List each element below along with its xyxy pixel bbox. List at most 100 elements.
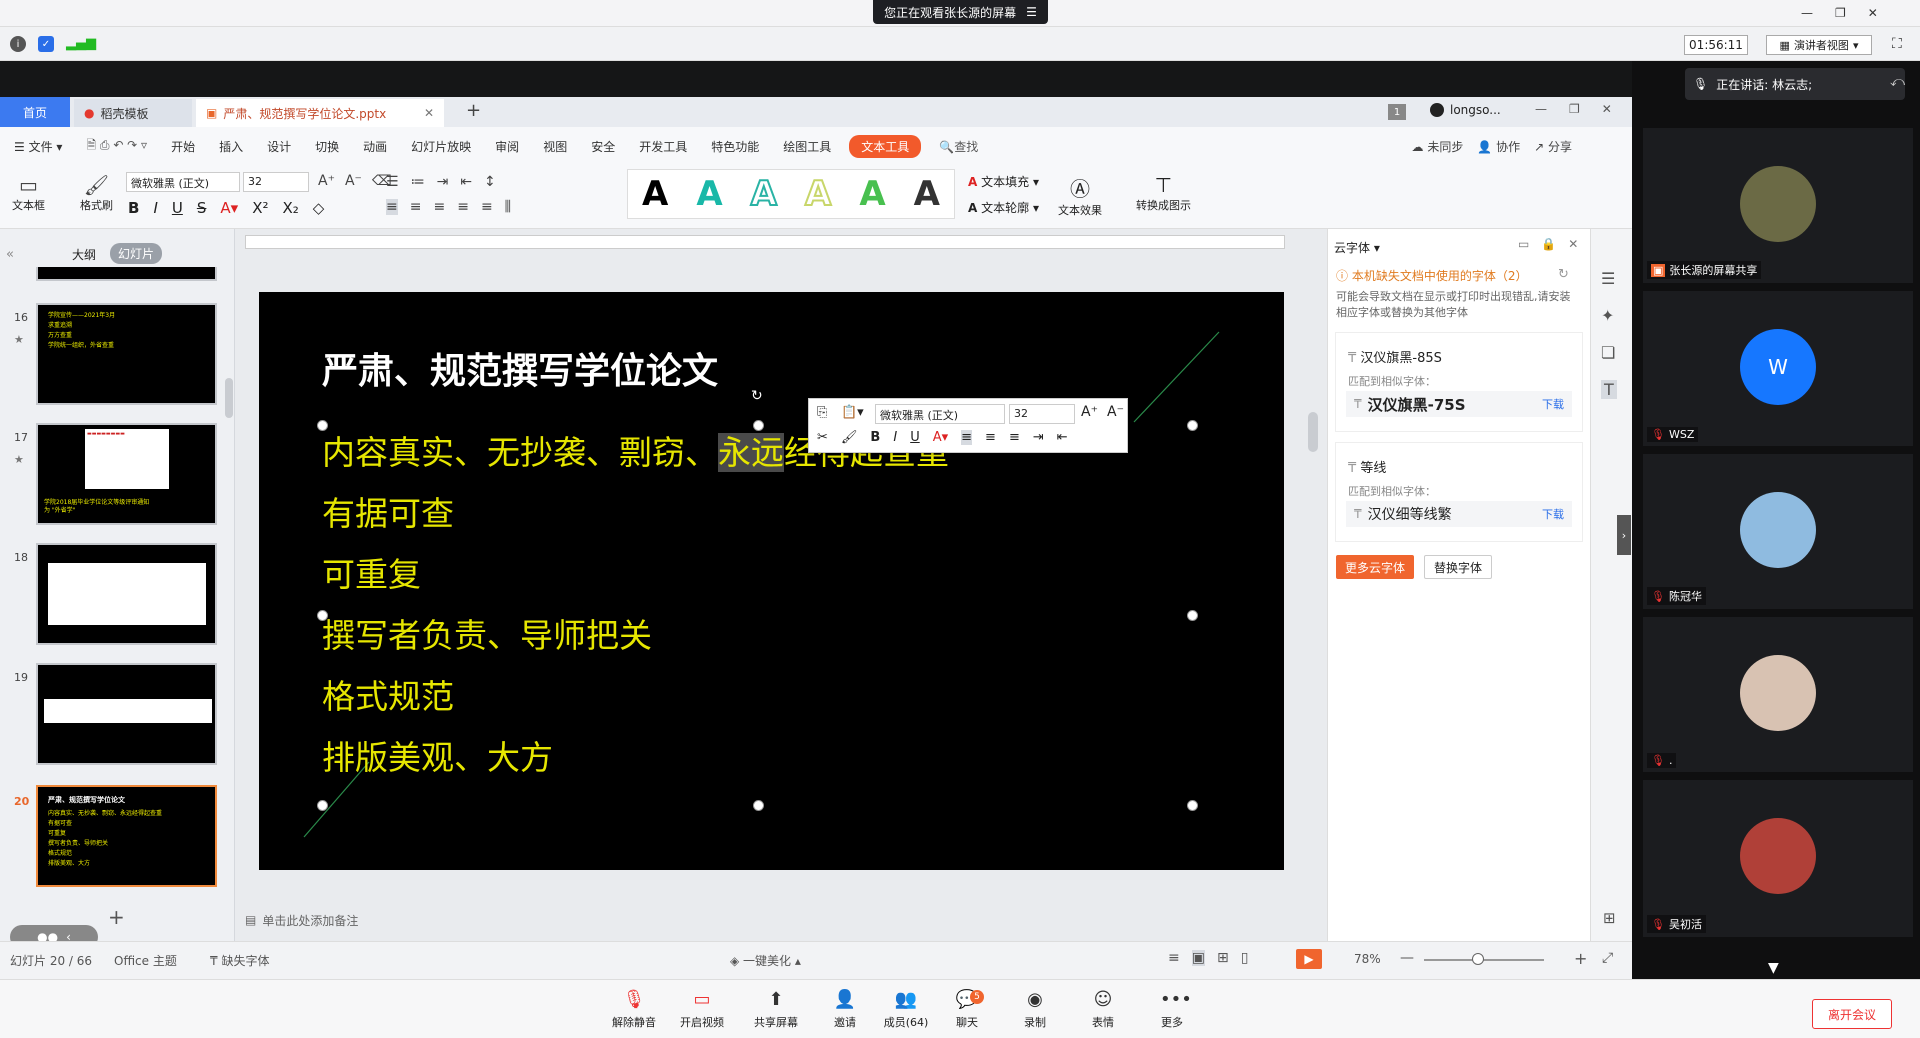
pin-icon[interactable]: ✦ [1601, 306, 1617, 325]
resize-handle[interactable] [753, 420, 764, 431]
minimize-icon[interactable]: — [1535, 102, 1547, 116]
zoom-out-icon[interactable]: — [1400, 950, 1414, 966]
underline-icon[interactable]: U [910, 430, 920, 445]
add-tab-icon[interactable]: + [466, 100, 481, 121]
menu-item[interactable]: 幻灯片放映 [399, 138, 483, 155]
close-icon[interactable]: ✕ [424, 106, 434, 120]
unmute-button[interactable]: 🎙 解除静音 [604, 989, 664, 1030]
font-grow-shrink[interactable]: A⁺ A⁻ ⌫ [318, 173, 392, 189]
refresh-icon[interactable]: ↻ [1558, 267, 1569, 282]
font-color-icon[interactable]: A▾ [220, 199, 238, 217]
collab-button[interactable]: 👤 协作 [1477, 138, 1520, 155]
scroll-down-icon[interactable]: ▼ [1768, 960, 1779, 976]
font-size-select[interactable]: 32 [243, 172, 309, 192]
rotate-handle-icon[interactable]: ↻ [751, 388, 763, 404]
notes-view-icon[interactable]: ≡ [1168, 950, 1180, 966]
superscript-icon[interactable]: X² [252, 199, 268, 217]
collapse-icon[interactable]: « [6, 247, 14, 262]
line-spacing-icon[interactable]: ↕ [484, 174, 496, 190]
justify-icon[interactable]: ≡ [457, 199, 469, 215]
pin-icon[interactable]: ⤺ [1890, 74, 1905, 90]
menu-item[interactable]: 切换 [303, 138, 351, 155]
resize-handle[interactable] [1187, 610, 1198, 621]
quick-access-icons[interactable]: 🗎 ⎙ ↶ ↷ ▿ [74, 136, 159, 157]
grid-icon[interactable]: ⊞ [1603, 909, 1616, 927]
zoom-in-icon[interactable]: + [1574, 949, 1587, 968]
bold-icon[interactable]: B [870, 430, 880, 445]
normal-view-icon[interactable]: ▣ [1191, 950, 1205, 966]
reading-view-icon[interactable]: ▯ [1241, 950, 1249, 966]
close-icon[interactable]: ✕ [1868, 6, 1878, 20]
close-icon[interactable]: ✕ [1568, 237, 1578, 251]
shrink-font-icon[interactable]: A⁻ [345, 173, 362, 189]
slide-thumb-active[interactable]: 严肃、规范撰写学位论文 内容真实、无抄袭、剽窃、永远经得起查重 有据可查 可重复… [36, 785, 217, 887]
leave-meeting-button[interactable]: 离开会议 [1812, 999, 1892, 1029]
menu-icon[interactable]: ☰ [1026, 5, 1037, 19]
indent-icon[interactable]: ⇥ [1033, 430, 1044, 445]
text-outline-button[interactable]: A 文本轮廓 ▾ [968, 199, 1039, 216]
bullets-icon[interactable]: ☰ [386, 174, 399, 190]
download-link[interactable]: 下载 [1542, 506, 1564, 522]
tab-template[interactable]: ● 稻壳模板 [74, 99, 192, 127]
align-center-icon[interactable]: ≡ [410, 199, 422, 215]
horizontal-ruler[interactable] [245, 235, 1285, 249]
convert-diagram-button[interactable]: ⊤ 转换成图示 [1136, 173, 1191, 213]
download-link[interactable]: 下载 [1542, 396, 1564, 412]
eraser-icon[interactable]: ◇ [313, 199, 325, 217]
wordart-style[interactable]: A [804, 173, 832, 215]
slide-canvas[interactable]: 严肃、规范撰写学位论文 内容真实、无抄袭、剽窃、永远经得起查重 有据可查 可重复… [259, 292, 1284, 870]
resize-handle[interactable] [1187, 420, 1198, 431]
numbering-icon[interactable]: ≔ [411, 174, 425, 190]
scrollbar-thumb[interactable] [1308, 412, 1318, 452]
underline-icon[interactable]: U [172, 199, 183, 217]
user-account[interactable]: longso... [1430, 103, 1501, 117]
mini-font-select[interactable]: 微软雅黑 (正文) [875, 404, 1005, 424]
mini-size-select[interactable]: 32 [1009, 404, 1075, 424]
slide-title[interactable]: 严肃、规范撰写学位论文 [322, 342, 718, 394]
invite-button[interactable]: 👤 邀请 [815, 989, 875, 1030]
sorter-view-icon[interactable]: ⊞ [1217, 950, 1229, 966]
menu-item[interactable]: 插入 [207, 138, 255, 155]
beautify-button[interactable]: ◈ 一键美化 ▴ [730, 952, 801, 969]
thumbs-scrollbar-thumb[interactable] [225, 378, 233, 418]
chat-button[interactable]: 💬 聊天 [937, 989, 997, 1030]
participant-tile[interactable]: 🎙 吴初活 [1643, 780, 1913, 937]
slide-thumb[interactable] [36, 543, 217, 645]
outdent-icon[interactable]: ⇤ [1057, 430, 1068, 445]
format-painter-icon[interactable]: 🖌 [841, 430, 858, 445]
hamburger-icon[interactable]: ☰ 文件 ▾ [0, 138, 74, 155]
font-color-icon[interactable]: A▾ [933, 430, 948, 445]
expand-panel-icon[interactable]: › [1617, 515, 1631, 555]
italic-icon[interactable]: I [893, 430, 897, 445]
align-left-icon[interactable]: ≡ [961, 430, 973, 445]
slide-thumb[interactable] [36, 267, 217, 281]
search-icon[interactable]: 🔍查找 [927, 138, 990, 155]
close-icon[interactable]: ✕ [1602, 102, 1612, 116]
more-button[interactable]: ••• 更多 [1142, 989, 1202, 1030]
minimize-icon[interactable]: — [1801, 6, 1813, 20]
copy-icon[interactable]: ⎘ [817, 405, 827, 420]
italic-icon[interactable]: I [153, 199, 157, 217]
tab-text-tools[interactable]: 文本工具 [849, 134, 922, 158]
signal-icon[interactable]: ▂▄▆ [66, 36, 96, 51]
replace-font-button[interactable]: 替换字体 [1424, 555, 1492, 579]
wordart-gallery[interactable]: A A A A A A [627, 169, 955, 219]
more-cloud-fonts-button[interactable]: 更多云字体 [1336, 555, 1414, 579]
participant-tile[interactable]: 🎙 陈冠华 [1643, 454, 1913, 609]
grow-font-icon[interactable]: A⁺ [1081, 404, 1098, 420]
menu-item[interactable]: 动画 [351, 138, 399, 155]
add-slide-icon[interactable]: + [108, 905, 125, 929]
slide-thumb[interactable]: 学院宣传——2021年3月 求重追溯 万方查重 学院统一组织，外省查重 [36, 303, 217, 405]
strike-icon[interactable]: S [197, 199, 207, 217]
menu-item[interactable]: 审阅 [483, 138, 531, 155]
wordart-style[interactable]: A [642, 174, 668, 214]
menu-item[interactable]: 视图 [531, 138, 579, 155]
text-fill-button[interactable]: A 文本填充 ▾ [968, 173, 1039, 190]
missing-font-status[interactable]: ₸ 缺失字体 [210, 952, 269, 969]
font-select[interactable]: 微软雅黑 (正文) [126, 172, 240, 192]
text-tool-icon[interactable]: T [1601, 380, 1617, 399]
info-icon[interactable]: i [10, 36, 26, 52]
matched-font[interactable]: ₸ 汉仪旗黑-75S 下载 [1346, 391, 1572, 417]
members-button[interactable]: 👥 成员(64) [876, 989, 936, 1030]
slide-bullets[interactable]: 内容真实、无抄袭、剽窃、永远经得起查重 有据可查 可重复 撰写者负责、导师把关 … [322, 422, 949, 788]
